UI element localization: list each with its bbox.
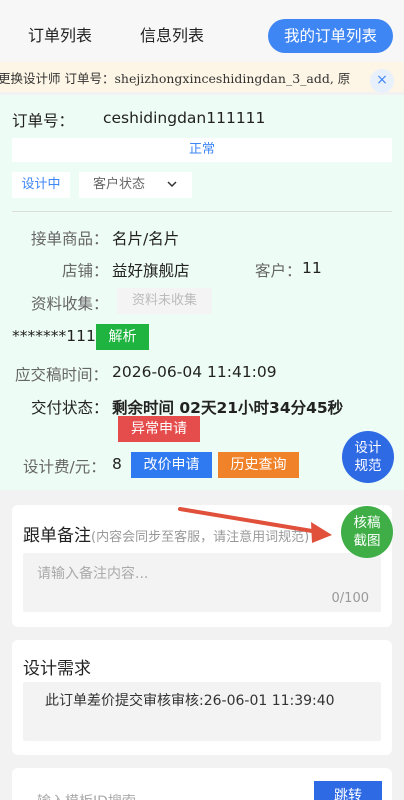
price-change-button[interactable]: 改价申请 [131,452,212,478]
notice-text: 更换设计师 订单号：shejizhongxinceshidingdan_3_ad… [0,71,351,86]
shop-value: 益好旗舰店 [112,262,190,280]
review-line2: 截图 [353,533,381,549]
customer-status-select[interactable]: 客户状态 [79,172,192,198]
parse-button[interactable]: 解析 [96,324,149,350]
requirements-text: 此订单差价提交审核审核:26-06-01 11:39:40 [45,693,335,709]
customer-label: 客户： [255,262,302,280]
notes-title-text: 跟单备注 [23,526,91,546]
close-icon[interactable]: × [370,69,394,93]
collect-label: 资料收集： [31,295,109,313]
review-line1: 核稿 [353,515,381,531]
product-label: 接单商品： [31,230,109,248]
jump-button[interactable]: 跳转 [314,781,382,800]
delivery-status-label: 交付状态： [31,399,109,417]
notes-hint: (内容会同步至客服，请注意用词规范) [91,530,310,545]
design-spec-button[interactable]: 设计 规范 [342,431,394,483]
due-time-label: 应交稿时间： [15,366,109,384]
tab-message-list[interactable]: 信息列表 [140,22,204,46]
shop-label: 店铺： [62,262,109,280]
design-state-badge: 设计中 [12,172,70,198]
template-search-input[interactable]: 输入模板ID搜索 [37,791,136,800]
product-value: 名片/名片 [112,230,180,248]
top-tab-bar: 订单列表 信息列表 我的订单列表 [0,0,404,66]
abnormal-request-button[interactable]: 异常申请 [118,416,200,442]
review-screenshot-button[interactable]: 核稿 截图 [341,506,393,558]
notice-marquee: 更换设计师 订单号：shejizhongxinceshidingdan_3_ad… [0,62,404,92]
design-fee-value: 8 [112,455,122,473]
notes-input[interactable]: 请输入备注内容... 0/100 [23,553,381,612]
requirements-box: 此订单差价提交审核审核:26-06-01 11:39:40 [23,682,381,741]
tab-my-order-list[interactable]: 我的订单列表 [268,19,393,53]
tab-order-list[interactable]: 订单列表 [28,22,92,46]
requirements-title: 设计需求 [23,659,91,679]
chevron-down-icon [166,172,178,208]
notes-title: 跟单备注(内容会同步至客服，请注意用词规范) [23,521,309,546]
notes-char-counter: 0/100 [331,591,369,606]
due-time-value: 2026-06-04 11:41:09 [112,363,277,381]
order-status-badge: 正常 [12,138,392,162]
order-number-label: 订单号： [12,112,75,130]
design-fee-label: 设计费/元： [23,458,106,476]
divider [12,211,392,212]
collect-status-button[interactable]: 资料未收集 [117,288,212,314]
delivery-countdown: 剩余时间 02天21小时34分45秒 [112,399,344,417]
notes-placeholder: 请输入备注内容... [37,566,149,582]
masked-info: *******111 [12,327,96,345]
history-query-button[interactable]: 历史查询 [218,452,299,478]
design-spec-line2: 规范 [354,458,382,474]
customer-status-placeholder: 客户状态 [93,177,146,192]
customer-value: 11 [302,259,322,277]
order-number: ceshidingdan111111 [103,109,266,127]
design-spec-line1: 设计 [354,440,382,456]
